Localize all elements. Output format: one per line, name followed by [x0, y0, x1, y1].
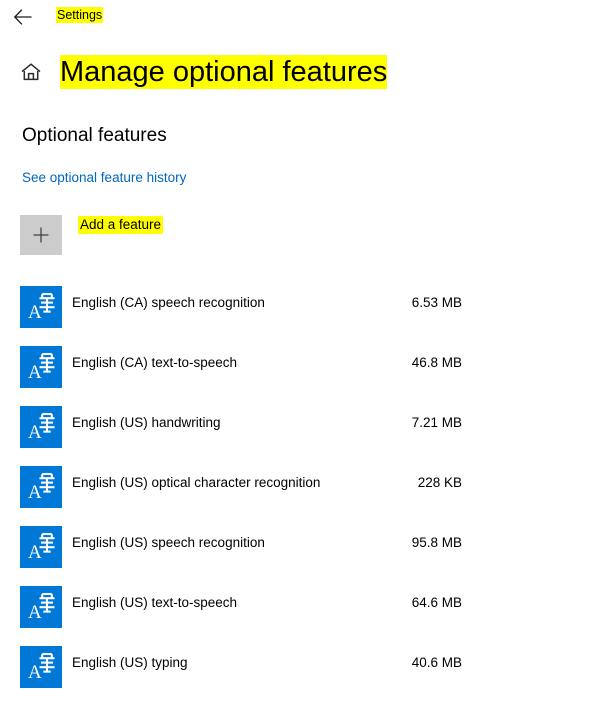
- language-pack-icon: A: [20, 526, 62, 568]
- feature-list-item[interactable]: A English (US) text-to-speech 64.6 MB: [0, 581, 601, 641]
- feature-name: English (CA) speech recognition: [72, 295, 265, 310]
- svg-text:A: A: [28, 422, 42, 443]
- language-pack-icon: A: [20, 406, 62, 448]
- feature-size: 228 KB: [417, 475, 462, 490]
- add-feature-row[interactable]: Add a feature: [20, 215, 164, 255]
- add-feature-label[interactable]: Add a feature: [78, 216, 164, 234]
- page-title: Manage optional features: [60, 52, 388, 92]
- feature-size: 6.53 MB: [411, 295, 462, 310]
- feature-name: English (US) speech recognition: [72, 535, 265, 550]
- language-pack-icon: A: [20, 286, 62, 328]
- language-pack-icon: A: [20, 646, 62, 688]
- page-header: Manage optional features: [0, 52, 601, 94]
- plus-icon: [32, 226, 50, 244]
- language-pack-icon: A: [20, 586, 62, 628]
- feature-list-item[interactable]: A English (US) optical character recogni…: [0, 461, 601, 521]
- home-icon: [20, 62, 42, 82]
- feature-list-item[interactable]: A English (US) typing 40.6 MB: [0, 641, 601, 701]
- language-pack-icon: A: [20, 346, 62, 388]
- svg-text:A: A: [28, 362, 42, 383]
- section-heading: Optional features: [22, 125, 167, 146]
- feature-name: English (CA) text-to-speech: [72, 355, 238, 370]
- svg-text:A: A: [28, 482, 42, 503]
- feature-name: English (US) text-to-speech: [72, 595, 238, 610]
- back-arrow-icon: [13, 9, 33, 25]
- feature-list-item[interactable]: A English (US) handwriting 7.21 MB: [0, 401, 601, 461]
- svg-text:A: A: [28, 662, 42, 683]
- svg-text:A: A: [28, 542, 42, 563]
- feature-list-item[interactable]: A English (US) speech recognition 95.8 M…: [0, 521, 601, 581]
- home-button[interactable]: [19, 60, 43, 84]
- svg-text:A: A: [28, 602, 42, 623]
- feature-size: 7.21 MB: [411, 415, 462, 430]
- feature-size: 95.8 MB: [411, 535, 462, 550]
- feature-name: English (US) handwriting: [72, 415, 221, 430]
- feature-size: 46.8 MB: [411, 355, 462, 370]
- feature-list-item[interactable]: A English (CA) speech recognition 6.53 M…: [0, 281, 601, 341]
- feature-name: English (US) typing: [72, 655, 188, 670]
- top-bar: Settings: [0, 0, 601, 34]
- back-button[interactable]: [10, 4, 36, 30]
- feature-size: 64.6 MB: [411, 595, 462, 610]
- breadcrumb-settings[interactable]: Settings: [56, 7, 104, 23]
- svg-text:A: A: [28, 302, 42, 323]
- language-pack-icon: A: [20, 466, 62, 508]
- page-title-text: Manage optional features: [60, 55, 388, 89]
- optional-features-list: A English (CA) speech recognition 6.53 M…: [0, 281, 601, 701]
- feature-size: 40.6 MB: [411, 655, 462, 670]
- feature-list-item[interactable]: A English (CA) text-to-speech 46.8 MB: [0, 341, 601, 401]
- see-optional-feature-history-link[interactable]: See optional feature history: [22, 169, 186, 187]
- feature-name: English (US) optical character recogniti…: [72, 475, 321, 490]
- add-feature-button[interactable]: [20, 215, 62, 255]
- add-feature-label-wrap: Add a feature: [78, 215, 164, 255]
